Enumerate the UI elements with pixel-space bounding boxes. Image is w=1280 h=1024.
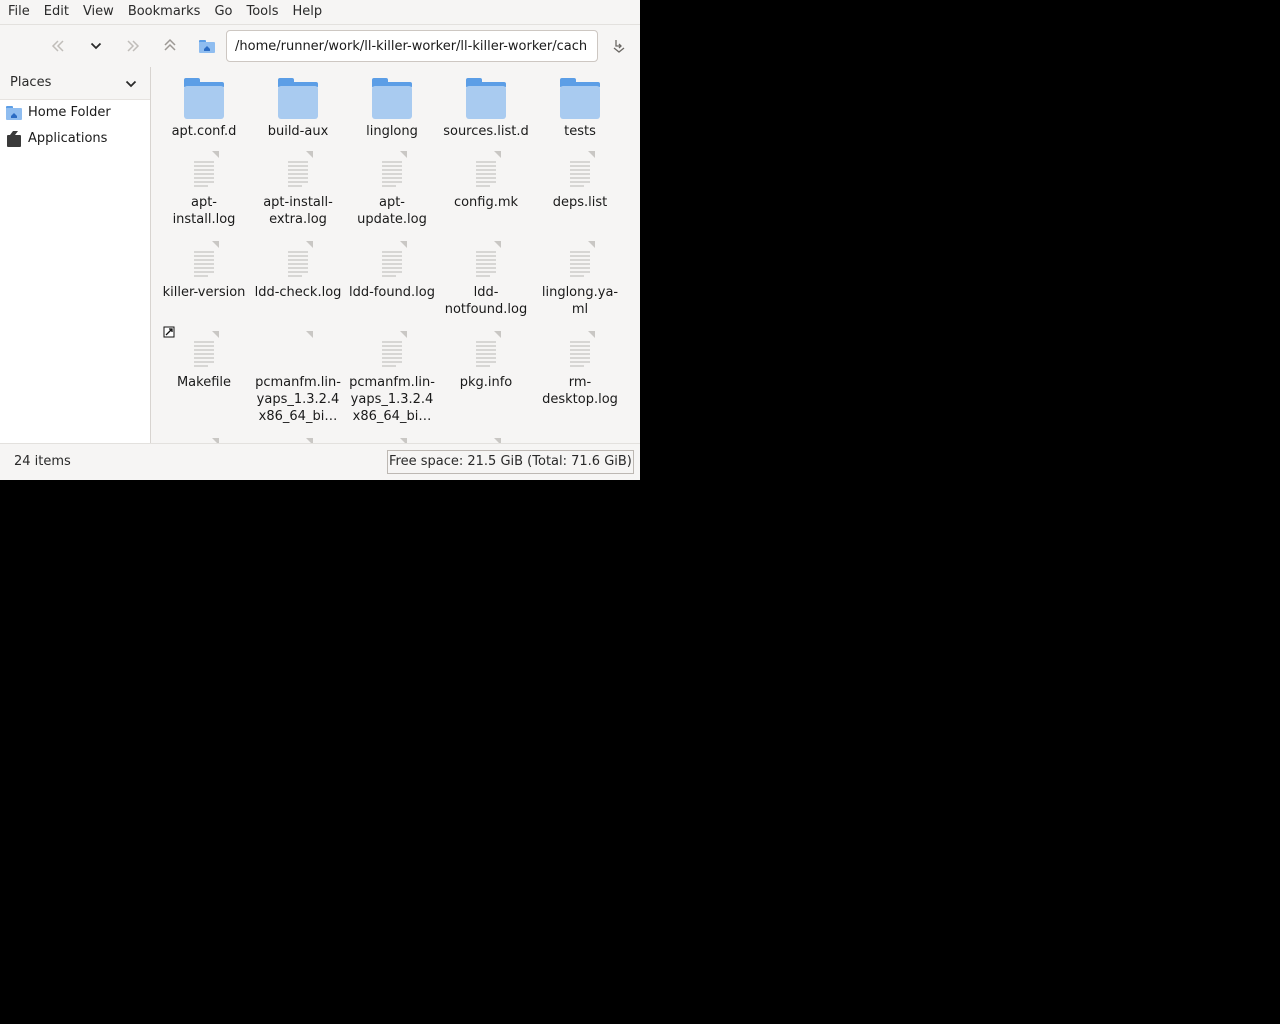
file-name-label: apt.conf.d	[171, 124, 237, 139]
sidebar-item-label: Home Folder	[28, 105, 111, 120]
file-item[interactable]: deps.list	[533, 149, 627, 229]
file-name-label: ldd-found.log	[348, 285, 436, 300]
menu-file[interactable]: File	[0, 0, 37, 24]
file-item[interactable]: ldd- notfound.log	[439, 239, 533, 319]
folder-item[interactable]: linglong	[345, 77, 439, 157]
back-arrow-icon	[51, 40, 64, 52]
go-button[interactable]	[606, 33, 632, 59]
file-name-label: deps.list	[552, 195, 608, 210]
file-item[interactable]: linglong.ya- ml	[533, 239, 627, 319]
up-arrow-icon	[164, 38, 176, 51]
file-item[interactable]: apt-install- extra.log	[251, 149, 345, 229]
file-name-label: apt- install.log	[172, 195, 236, 227]
up-button[interactable]	[157, 33, 183, 59]
home-folder-icon	[199, 40, 215, 53]
sidebar-item-label: Applications	[28, 131, 108, 146]
folder-item[interactable]: sources.list.d	[439, 77, 533, 157]
menu-view[interactable]: View	[76, 0, 121, 24]
menu-go[interactable]: Go	[207, 0, 239, 24]
file-name-label: rm- desktop.log	[542, 375, 618, 407]
file-name-label: tests	[564, 124, 596, 139]
history-dropdown-button[interactable]	[83, 33, 109, 59]
file-name-label: build-aux	[267, 124, 329, 139]
text-file-icon	[184, 151, 224, 193]
sidebar-item-home-folder[interactable]: Home Folder	[0, 100, 150, 126]
menu-edit[interactable]: Edit	[37, 0, 76, 24]
folder-item[interactable]: tests	[533, 77, 627, 157]
file-name-label: killer-version	[162, 285, 246, 300]
text-file-icon	[372, 241, 412, 283]
forward-button[interactable]	[119, 33, 145, 59]
menu-tools[interactable]: Tools	[239, 0, 285, 24]
back-button[interactable]	[46, 33, 72, 59]
home-folder-icon	[6, 106, 22, 120]
file-icon-view[interactable]: apt.conf.d build-aux linglong sources.list.…	[151, 67, 640, 443]
text-file-icon	[560, 151, 600, 193]
folder-icon	[466, 78, 506, 120]
text-file-icon	[560, 241, 600, 283]
text-file-icon	[372, 151, 412, 193]
file-item[interactable]: Makefile	[157, 326, 251, 409]
location-path-input[interactable]	[226, 30, 598, 62]
text-file-icon	[372, 331, 412, 373]
file-item[interactable]: killer-version	[157, 239, 251, 319]
file-item[interactable]: apt- install.log	[157, 149, 251, 229]
file-name-label: ldd- notfound.log	[444, 285, 528, 317]
file-name-label: config.mk	[453, 195, 519, 210]
chevron-down-icon	[90, 42, 102, 50]
text-file-icon	[466, 151, 506, 193]
file-name-label: linglong	[366, 124, 418, 139]
text-file-icon	[278, 241, 318, 283]
places-label: Places	[10, 75, 52, 90]
places-header[interactable]: Places	[0, 67, 150, 100]
symlink-file-icon	[163, 326, 224, 373]
file-icon	[278, 331, 318, 373]
file-name-label: Makefile	[176, 375, 232, 390]
menu-bookmarks[interactable]: Bookmarks	[121, 0, 208, 24]
folder-icon	[184, 78, 224, 120]
folder-icon	[372, 78, 412, 120]
menubar: File Edit View Bookmarks Go Tools Help	[0, 0, 640, 25]
folder-item[interactable]: apt.conf.d	[157, 77, 251, 157]
file-item[interactable]: config.mk	[439, 149, 533, 229]
jump-down-icon	[613, 40, 625, 53]
file-name-label: pkg.info	[459, 375, 513, 390]
toolbar	[0, 25, 640, 67]
text-file-icon	[466, 241, 506, 283]
file-name-label: sources.list.d	[443, 124, 529, 139]
file-name-label: ldd-check.log	[254, 285, 342, 300]
text-file-icon	[466, 331, 506, 373]
file-name-label: linglong.ya- ml	[541, 285, 619, 317]
file-item[interactable]: pcmanfm.lin- yaps_1.3.2.4 x86_64_bi…	[251, 329, 345, 424]
home-button[interactable]	[194, 33, 220, 59]
forward-arrow-icon	[127, 40, 140, 52]
menu-help[interactable]: Help	[286, 0, 330, 24]
file-name-label: pcmanfm.lin- yaps_1.3.2.4 x86_64_bi…	[349, 375, 435, 424]
chevron-down-icon[interactable]	[124, 77, 138, 91]
free-space-label: Free space: 21.5 GiB (Total: 71.6 GiB)	[387, 450, 634, 474]
folder-item[interactable]: build-aux	[251, 77, 345, 157]
text-file-icon	[184, 241, 224, 283]
folder-icon	[560, 78, 600, 120]
file-name-label: apt-install- extra.log	[263, 195, 333, 227]
statusbar: 24 items Free space: 21.5 GiB (Total: 71…	[0, 443, 640, 480]
text-file-icon	[278, 151, 318, 193]
text-file-icon	[560, 331, 600, 373]
file-item[interactable]: pkg.info	[439, 329, 533, 409]
file-item[interactable]: ldd-found.log	[345, 239, 439, 319]
file-item[interactable]: apt- update.log	[345, 149, 439, 229]
file-item[interactable]: rm- desktop.log	[533, 329, 627, 409]
file-item[interactable]: pcmanfm.lin- yaps_1.3.2.4 x86_64_bi…	[345, 329, 439, 424]
file-manager-window: File Edit View Bookmarks Go Tools Help P…	[0, 0, 640, 480]
applications-icon	[7, 131, 21, 147]
sidebar-item-applications[interactable]: Applications	[0, 126, 150, 152]
file-item[interactable]: ldd-check.log	[251, 239, 345, 319]
item-count: 24 items	[14, 454, 71, 469]
file-name-label: pcmanfm.lin- yaps_1.3.2.4 x86_64_bi…	[255, 375, 341, 424]
folder-icon	[278, 78, 318, 120]
sidebar: Places Home Folder Applications	[0, 67, 151, 443]
file-name-label: apt- update.log	[357, 195, 427, 227]
